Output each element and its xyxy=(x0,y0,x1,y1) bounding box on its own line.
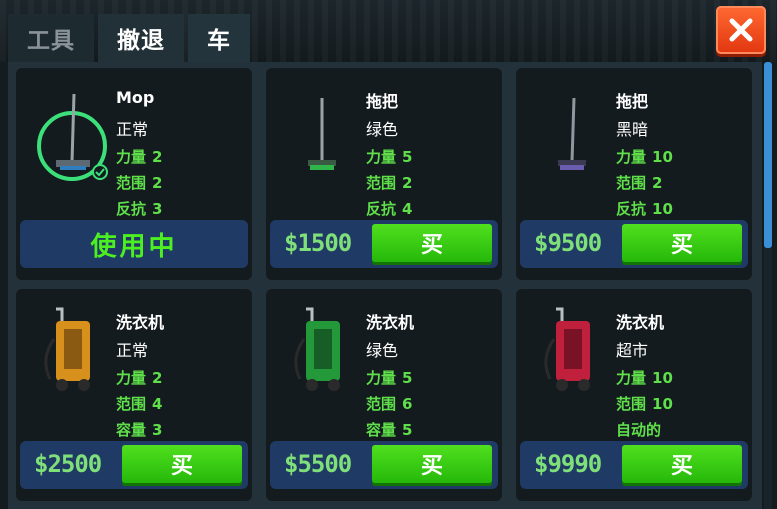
item-variant: 绿色 xyxy=(366,120,399,139)
buy-button[interactable]: 买 xyxy=(622,224,742,262)
price-bar: $9990 买 xyxy=(520,441,748,489)
stat-capacity: 容量 5 xyxy=(366,421,413,439)
stat-power: 力量 5 xyxy=(366,148,413,166)
item-card-washer-normal[interactable]: 洗衣机 正常 力量 2 范围 4 容量 3 $2500 买 xyxy=(16,289,252,501)
item-price: $2500 xyxy=(34,450,102,478)
stat-range: 范围 6 xyxy=(366,395,413,413)
price-bar: $5500 买 xyxy=(270,441,498,489)
buy-button[interactable]: 买 xyxy=(622,445,742,483)
item-image xyxy=(526,299,608,409)
item-name: Mop xyxy=(116,88,155,107)
item-name: 洗衣机 xyxy=(116,313,165,332)
buy-button[interactable]: 买 xyxy=(372,224,492,262)
stat-range: 范围 2 xyxy=(366,174,413,192)
stat-power: 力量 10 xyxy=(616,369,673,387)
mop-green-icon xyxy=(308,98,336,170)
tab-retreat[interactable]: 撤退 xyxy=(98,14,184,62)
stat-resist: 反抗 3 xyxy=(116,200,163,218)
item-card-washer-green[interactable]: 洗衣机 绿色 力量 5 范围 6 容量 5 $5500 买 xyxy=(266,289,502,501)
item-card-mop[interactable]: Mop 正常 力量 2 范围 2 反抗 3 使用中 xyxy=(16,68,252,280)
price-bar: $2500 买 xyxy=(20,441,248,489)
scrollbar-thumb[interactable] xyxy=(764,62,772,248)
item-card-mop-green[interactable]: 拖把 绿色 力量 5 范围 2 反抗 4 $1500 买 xyxy=(266,68,502,280)
pressure-washer-green-icon xyxy=(294,307,340,391)
item-card-washer-super[interactable]: 洗衣机 超市 力量 10 范围 10 自动的 $9990 买 xyxy=(516,289,752,501)
item-name: 拖把 xyxy=(366,92,399,111)
pressure-washer-red-icon xyxy=(544,307,590,391)
stat-range: 范围 4 xyxy=(116,395,163,413)
item-name: 洗衣机 xyxy=(616,313,665,332)
stat-capacity: 容量 3 xyxy=(116,421,163,439)
item-image xyxy=(276,78,358,188)
stat-power: 力量 2 xyxy=(116,369,163,387)
in-use-bar: 使用中 xyxy=(20,220,248,268)
pressure-washer-orange-icon xyxy=(44,307,90,391)
item-price: $5500 xyxy=(284,450,352,478)
item-card-mop-dark[interactable]: 拖把 黑暗 力量 10 范围 2 反抗 10 $9500 买 xyxy=(516,68,752,280)
item-price: $9990 xyxy=(534,450,602,478)
mop-dark-icon xyxy=(558,97,586,170)
item-variant: 绿色 xyxy=(366,341,399,360)
buy-button[interactable]: 买 xyxy=(122,445,242,483)
price-bar: $9500 买 xyxy=(520,220,748,268)
item-price: $1500 xyxy=(284,229,352,257)
item-variant: 超市 xyxy=(616,341,649,360)
tab-car[interactable]: 车 xyxy=(188,14,250,62)
stat-power: 力量 2 xyxy=(116,148,163,166)
price-bar: $1500 买 xyxy=(270,220,498,268)
in-use-label: 使用中 xyxy=(90,231,178,262)
tab-tools[interactable]: 工具 xyxy=(8,14,94,62)
item-variant: 黑暗 xyxy=(616,120,649,139)
stat-range: 范围 2 xyxy=(616,174,663,192)
stat-range: 范围 2 xyxy=(116,174,163,192)
item-variant: 正常 xyxy=(116,341,149,360)
stat-resist: 反抗 10 xyxy=(616,200,673,218)
tab-bar: 工具 撤退 车 xyxy=(8,14,250,62)
buy-button[interactable]: 买 xyxy=(372,445,492,483)
item-name: 拖把 xyxy=(616,92,649,111)
item-image xyxy=(26,299,108,409)
stat-resist: 反抗 4 xyxy=(366,200,413,218)
stat-power: 力量 10 xyxy=(616,148,673,166)
stat-automatic: 自动的 xyxy=(616,421,662,439)
item-variant: 正常 xyxy=(116,120,149,139)
close-icon xyxy=(729,18,753,42)
item-name: 洗衣机 xyxy=(366,313,415,332)
stat-power: 力量 5 xyxy=(366,369,413,387)
item-image xyxy=(526,78,608,188)
mop-gray-icon xyxy=(37,93,108,181)
stat-range: 范围 10 xyxy=(616,395,673,413)
close-button[interactable] xyxy=(716,6,766,54)
item-price: $9500 xyxy=(534,229,602,257)
item-image xyxy=(276,299,358,409)
item-image xyxy=(26,78,108,188)
